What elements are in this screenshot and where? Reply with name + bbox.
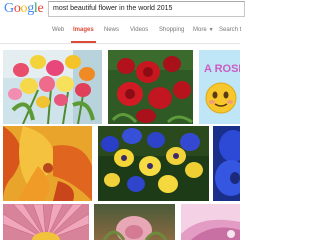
- pink-flower-image[interactable]: [181, 204, 240, 240]
- pink-daisy-image[interactable]: [3, 204, 89, 240]
- google-logo[interactable]: G o o g l e: [4, 1, 44, 16]
- tab-more[interactable]: More ▼: [193, 21, 214, 43]
- logo-letter-g2: g: [27, 1, 34, 16]
- search-tabs: Web Images News Videos Shopping More ▼ Se…: [0, 21, 241, 44]
- image-results-grid: A ROSE: [0, 44, 240, 240]
- logo-letter-g: G: [4, 1, 14, 16]
- chevron-down-icon: ▼: [208, 27, 214, 33]
- tab-videos[interactable]: Videos: [130, 21, 148, 43]
- blue-yellow-pansies-image[interactable]: [98, 126, 209, 201]
- a-rose-text: A ROSE: [204, 63, 240, 75]
- blue-flower-image[interactable]: [213, 126, 240, 201]
- a-rose-smiley-image[interactable]: A ROSE: [199, 50, 240, 124]
- tab-more-label: More: [193, 27, 207, 33]
- logo-letter-o2: o: [20, 1, 28, 16]
- tab-news[interactable]: News: [104, 21, 119, 43]
- tulips-bouquet-image[interactable]: [3, 50, 102, 124]
- tab-shopping[interactable]: Shopping: [159, 21, 184, 43]
- tab-search-tools[interactable]: Search t: [219, 21, 241, 43]
- search-query-text: most beautiful flower in the world 2015: [53, 5, 173, 12]
- red-roses-image[interactable]: [108, 50, 193, 124]
- logo-letter-o1: o: [13, 1, 21, 16]
- orange-flower-closeup-image[interactable]: [3, 126, 92, 201]
- search-input[interactable]: most beautiful flower in the world 2015: [48, 1, 245, 17]
- rose-photo-image[interactable]: [94, 204, 175, 240]
- tab-images[interactable]: Images: [71, 21, 96, 43]
- header: G o o g l e most beautiful flower in the…: [0, 0, 245, 19]
- logo-letter-e: e: [37, 1, 44, 16]
- tab-web[interactable]: Web: [52, 21, 64, 43]
